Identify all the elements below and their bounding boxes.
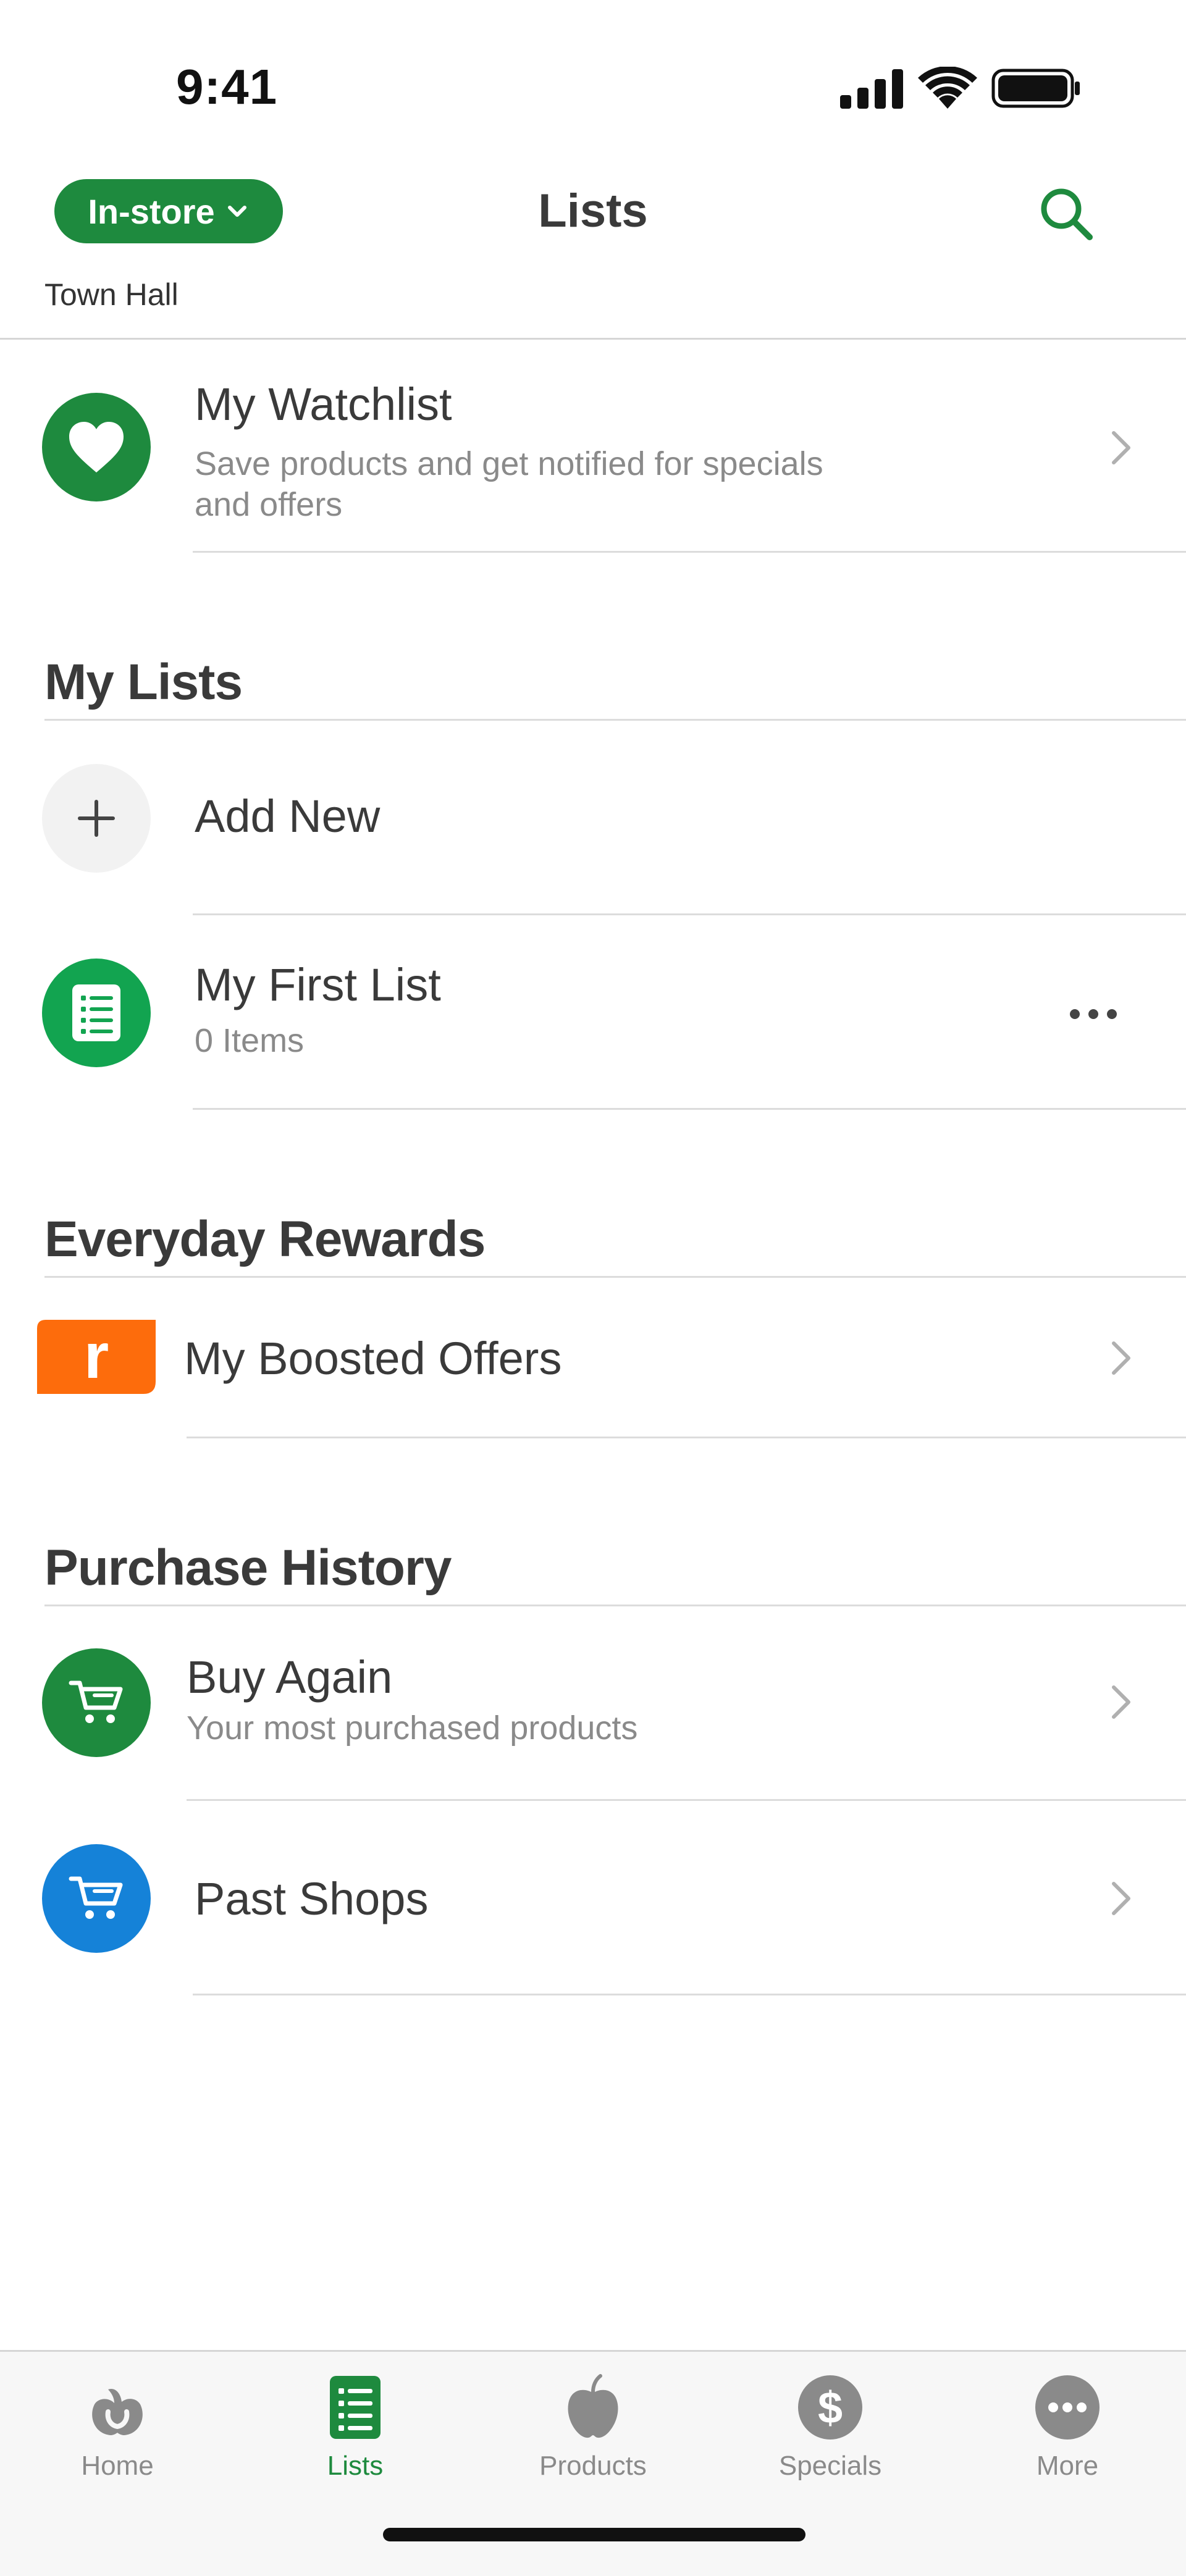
purchase-history-heading: Purchase History — [44, 1540, 452, 1596]
status-bar: 9:41 — [0, 0, 1186, 167]
watchlist-subtitle-line1: Save products and get notified for speci… — [195, 445, 823, 482]
boosted-offers-label: My Boosted Offers — [184, 1333, 562, 1384]
battery-icon — [991, 69, 1080, 108]
row-divider — [193, 1108, 1186, 1110]
chevron-right-icon — [1106, 1680, 1137, 1724]
status-time: 9:41 — [176, 59, 278, 114]
rewards-logo-icon: r — [37, 1320, 156, 1394]
buy-again-badge — [42, 1648, 151, 1757]
watchlist-row[interactable]: My Watchlist Save products and get notif… — [0, 340, 1186, 553]
cart-icon — [69, 1680, 123, 1723]
chevron-right-icon — [1106, 1877, 1137, 1920]
more-icon — [1030, 2370, 1104, 2444]
status-icons — [840, 67, 1080, 109]
add-new-list-button[interactable]: Add New — [0, 721, 1186, 915]
list-icon — [318, 2370, 392, 2444]
row-divider — [193, 1994, 1186, 1995]
buy-again-subtitle: Your most purchased products — [187, 1710, 638, 1747]
tab-home[interactable]: Home — [25, 2370, 210, 2494]
past-shops-title: Past Shops — [195, 1873, 429, 1924]
tab-more[interactable]: More — [975, 2370, 1160, 2494]
more-horizontal-icon — [1070, 1009, 1117, 1019]
chevron-right-icon — [1106, 426, 1137, 469]
everyday-rewards-logo: r — [37, 1320, 156, 1394]
tab-label: Specials — [778, 2451, 882, 2481]
tab-label: Home — [81, 2451, 154, 2481]
chevron-right-icon — [1106, 1336, 1137, 1380]
home-indicator — [383, 2528, 805, 2541]
dollar-icon: $ — [793, 2370, 867, 2444]
svg-text:r: r — [84, 1320, 109, 1392]
list-options-button[interactable] — [1062, 989, 1124, 1039]
list-title: My First List — [195, 959, 441, 1010]
tab-lists[interactable]: Lists — [263, 2370, 448, 2494]
everyday-rewards-heading: Everyday Rewards — [44, 1211, 486, 1267]
tab-label: Products — [539, 2451, 647, 2481]
my-lists-heading: My Lists — [44, 654, 243, 710]
boosted-offers-row[interactable]: r My Boosted Offers — [0, 1278, 1186, 1438]
apple-icon — [556, 2370, 630, 2444]
search-button[interactable] — [1032, 179, 1101, 248]
plus-icon — [78, 800, 115, 837]
watchlist-badge — [42, 393, 151, 501]
header: In-store Lists Town Hall — [0, 167, 1186, 340]
buy-again-title: Buy Again — [187, 1651, 393, 1703]
tab-bar: Home Lists Products $ Specials More — [0, 2350, 1186, 2576]
list-icon — [72, 984, 120, 1041]
search-icon — [1041, 188, 1093, 240]
add-badge — [42, 764, 151, 873]
heart-icon — [69, 422, 124, 472]
svg-text:$: $ — [818, 2383, 843, 2433]
cellular-signal-icon — [840, 69, 903, 109]
past-shops-badge — [42, 1844, 151, 1953]
watchlist-subtitle-line2: and offers — [195, 486, 343, 523]
row-divider — [187, 1437, 1186, 1438]
woolworths-logo-icon — [80, 2370, 154, 2444]
page-title: Lists — [538, 185, 648, 237]
watchlist-title: My Watchlist — [195, 379, 452, 430]
tab-products[interactable]: Products — [500, 2370, 686, 2494]
tab-label: Lists — [327, 2451, 384, 2481]
tab-specials[interactable]: $ Specials — [738, 2370, 923, 2494]
list-badge — [42, 959, 151, 1067]
store-name[interactable]: Town Hall — [44, 277, 179, 313]
row-divider — [193, 551, 1186, 553]
cart-icon — [69, 1876, 123, 1919]
wifi-icon — [918, 67, 977, 109]
past-shops-row[interactable]: Past Shops — [0, 1801, 1186, 1995]
list-item-count: 0 Items — [195, 1022, 305, 1059]
list-item-my-first-list[interactable]: My First List 0 Items — [0, 915, 1186, 1110]
add-new-label: Add New — [195, 791, 381, 842]
tab-label: More — [1036, 2451, 1099, 2481]
buy-again-row[interactable]: Buy Again Your most purchased products — [0, 1606, 1186, 1801]
